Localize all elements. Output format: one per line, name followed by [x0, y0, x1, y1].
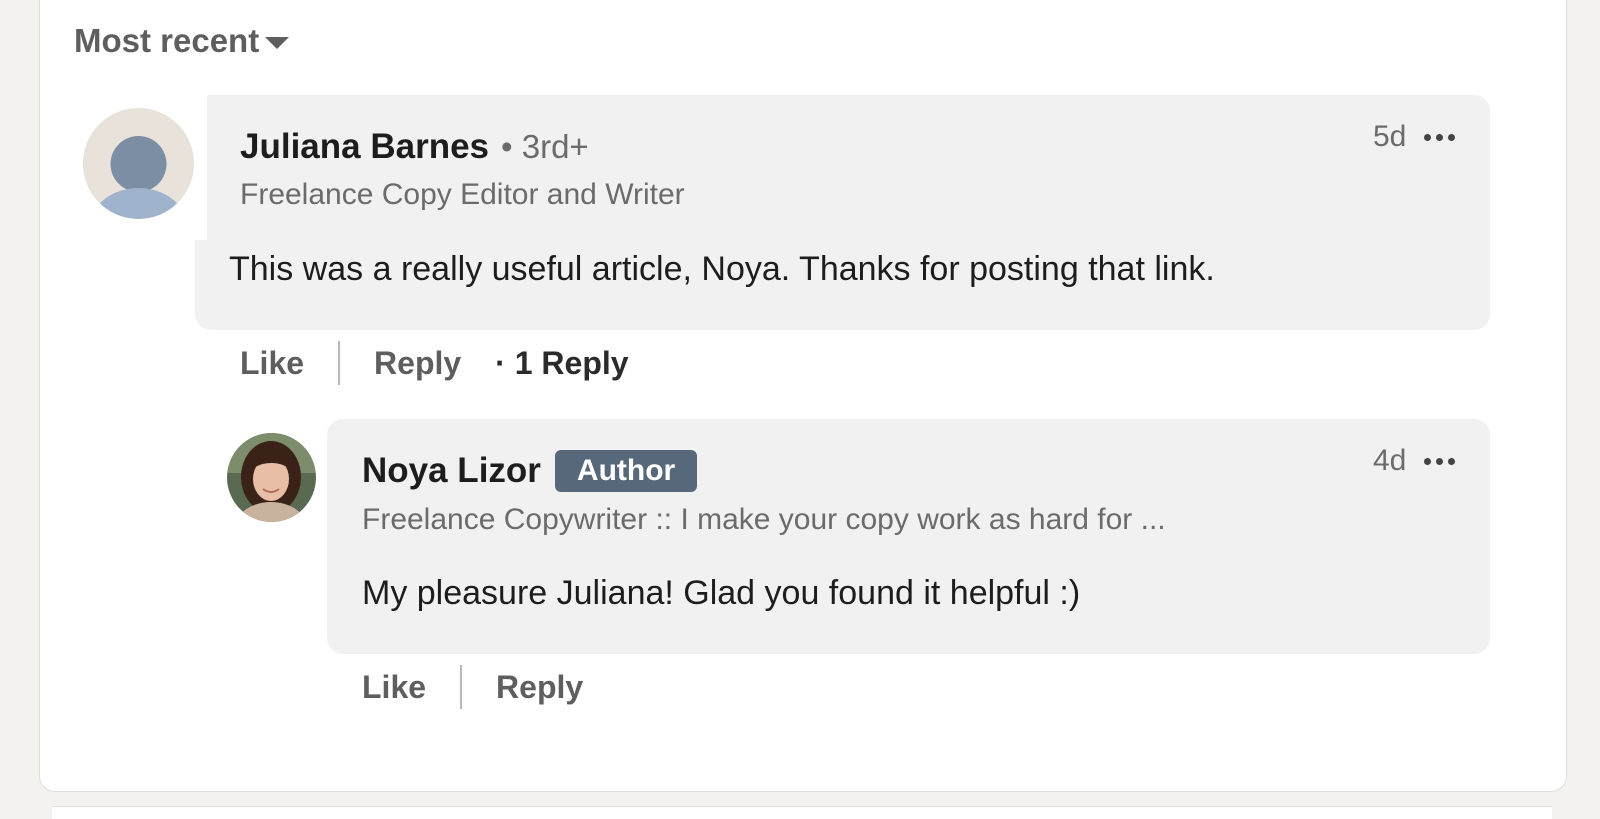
- reply-text: My pleasure Juliana! Glad you found it h…: [362, 574, 1081, 612]
- author-badge: Author: [554, 450, 698, 492]
- reply-button[interactable]: Reply: [374, 345, 461, 382]
- sort-dropdown[interactable]: Most recent: [74, 22, 290, 60]
- caret-down-icon: [265, 37, 290, 49]
- comment-actions: Like Reply · 1 Reply: [240, 341, 629, 385]
- divider: [460, 665, 463, 709]
- like-button[interactable]: Like: [362, 669, 426, 706]
- like-button[interactable]: Like: [240, 345, 304, 382]
- author-name[interactable]: Juliana Barnes: [240, 127, 489, 167]
- sort-label: Most recent: [74, 22, 260, 59]
- reply-button[interactable]: Reply: [496, 669, 583, 706]
- person-icon: [83, 108, 194, 219]
- reply-author-row: Noya Lizor Author: [362, 450, 698, 492]
- connection-degree: • 3rd+: [501, 128, 589, 165]
- reply-count-link[interactable]: · 1 Reply: [495, 345, 628, 382]
- comment-author-row: Juliana Barnes • 3rd+: [240, 127, 589, 167]
- author-headline: Freelance Copy Editor and Writer: [240, 178, 685, 211]
- avatar[interactable]: [227, 433, 316, 522]
- reply-actions: Like Reply: [362, 665, 583, 709]
- more-options-icon[interactable]: [1420, 454, 1459, 469]
- comment-text: This was a really useful article, Noya. …: [229, 250, 1215, 288]
- author-headline: Freelance Copywriter :: I make your copy…: [362, 503, 1166, 536]
- more-options-icon[interactable]: [1420, 130, 1459, 145]
- avatar-placeholder[interactable]: [83, 108, 194, 219]
- comment-meta: 5d: [1373, 120, 1459, 154]
- profile-photo: [227, 433, 316, 522]
- reply-meta: 4d: [1373, 444, 1459, 478]
- timestamp: 4d: [1373, 444, 1407, 477]
- author-name[interactable]: Noya Lizor: [362, 451, 541, 491]
- next-card-edge: [52, 806, 1552, 819]
- timestamp: 5d: [1373, 120, 1407, 153]
- divider: [338, 341, 341, 385]
